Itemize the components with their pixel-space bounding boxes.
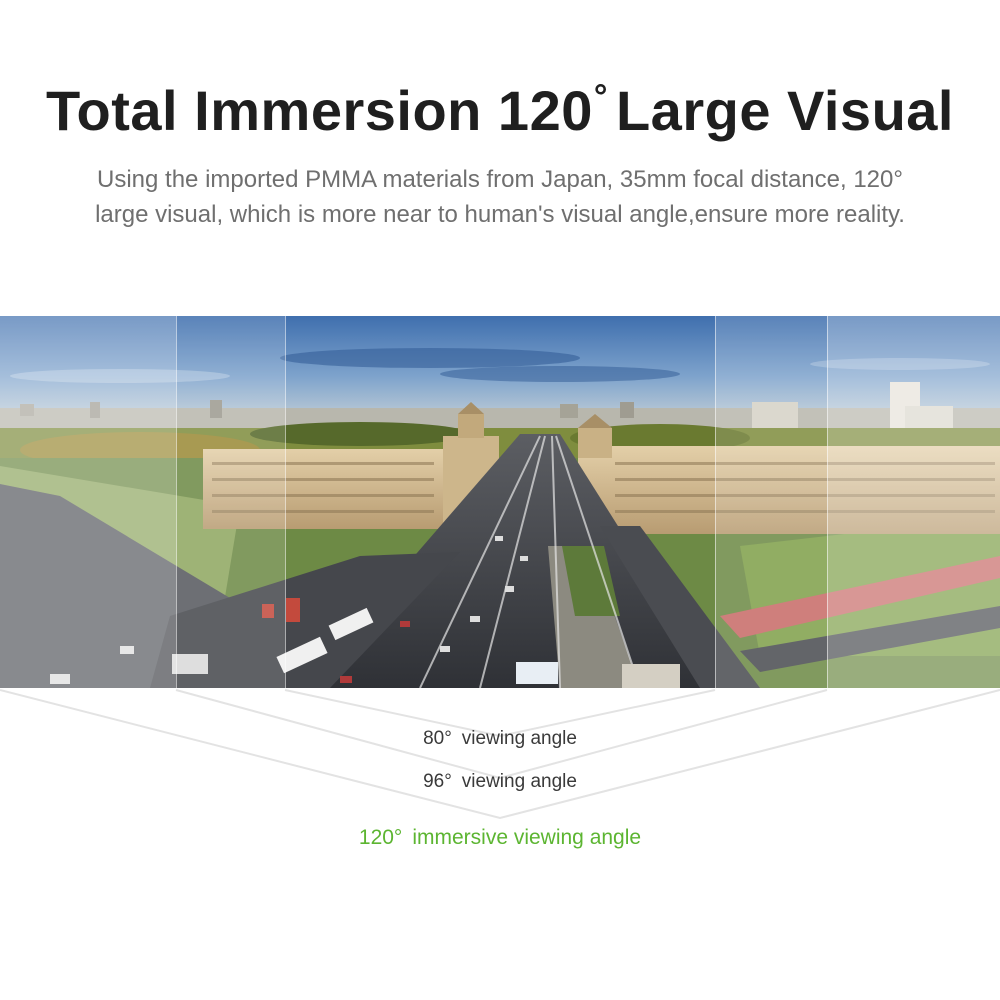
left-building <box>203 449 443 529</box>
angle-value: 96° <box>423 771 452 792</box>
angle-text: viewing angle <box>461 728 577 749</box>
title-prefix: Total Immersion 120 <box>46 79 593 142</box>
angle-value: 80° <box>423 728 452 749</box>
angle-text: immersive viewing angle <box>412 826 642 849</box>
angle-label-96: 96° viewing angle <box>0 771 1000 793</box>
zone-divider <box>715 316 716 688</box>
panorama-image <box>0 316 1000 688</box>
city-panorama-illustration <box>0 316 1000 688</box>
zone-divider <box>827 316 828 688</box>
angle-line-120 <box>0 689 1000 820</box>
zone-divider <box>176 316 177 688</box>
page-title: Total Immersion 120° Large Visual <box>0 78 1000 143</box>
title-suffix: Large Visual <box>615 79 954 142</box>
description-line-2: large visual, which is more near to huma… <box>95 201 905 228</box>
title-degree: ° <box>593 78 608 116</box>
zone-divider <box>285 316 286 688</box>
angle-label-80: 80° viewing angle <box>0 728 1000 750</box>
angle-text: viewing angle <box>461 771 577 792</box>
angle-label-120: 120° immersive viewing angle <box>0 826 1000 850</box>
description-line-1: Using the imported PMMA materials from J… <box>97 166 903 193</box>
right-building <box>578 446 1000 534</box>
viewing-angle-lines <box>0 689 1000 820</box>
angle-value: 120° <box>358 826 403 849</box>
